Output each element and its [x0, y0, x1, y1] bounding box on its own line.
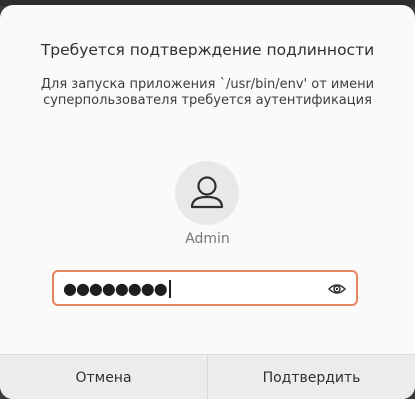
- dialog-title: Требуется подтверждение подлинности: [40, 41, 375, 59]
- dialog-button-bar: Отмена Подтвердить: [0, 354, 415, 399]
- text-caret: [169, 280, 171, 298]
- authentication-dialog: Требуется подтверждение подлинности Для …: [0, 5, 415, 399]
- password-masked-value: ●●●●●●●●: [63, 279, 168, 298]
- eye-icon[interactable]: [327, 280, 347, 298]
- password-input[interactable]: ●●●●●●●●: [52, 270, 358, 306]
- cancel-button[interactable]: Отмена: [0, 355, 208, 399]
- confirm-button[interactable]: Подтвердить: [208, 355, 415, 399]
- user-silhouette-icon: [190, 176, 224, 209]
- avatar: [175, 161, 239, 225]
- user-name: Admin: [185, 231, 230, 247]
- dialog-message: Для запуска приложения `/usr/bin/env' от…: [40, 77, 375, 108]
